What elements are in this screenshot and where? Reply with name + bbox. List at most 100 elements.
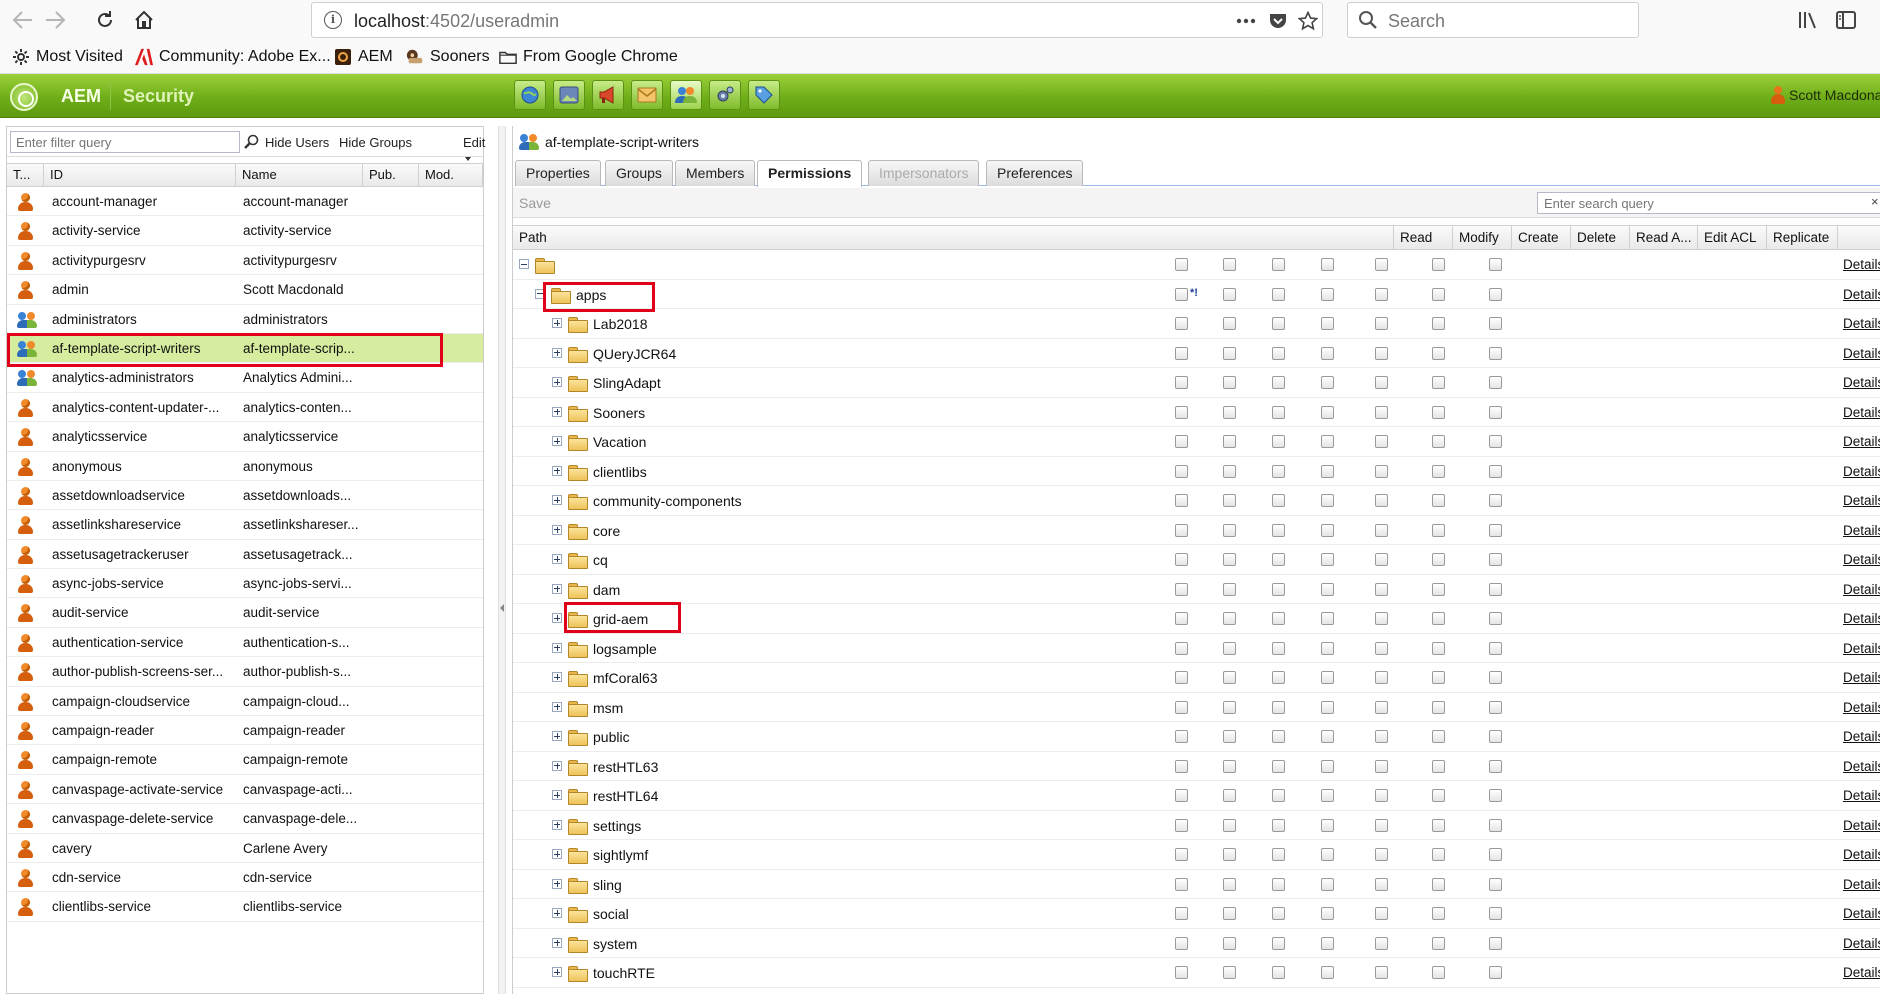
node-name[interactable]: touchRTE bbox=[593, 965, 655, 981]
principal-row[interactable]: analyticsservice analyticsservice bbox=[7, 422, 483, 452]
details-link[interactable]: Details bbox=[1843, 847, 1880, 862]
site-info-icon[interactable]: i bbox=[324, 11, 342, 29]
websites-tool-button[interactable] bbox=[514, 80, 546, 110]
checkbox-read-acl[interactable] bbox=[1375, 936, 1388, 950]
clear-search-icon[interactable]: × bbox=[1871, 195, 1880, 208]
expand-icon[interactable] bbox=[552, 554, 562, 565]
details-link[interactable]: Details bbox=[1843, 316, 1880, 331]
checkbox-read-acl[interactable] bbox=[1375, 346, 1388, 360]
node-name[interactable]: core bbox=[593, 523, 620, 539]
checkbox-create[interactable] bbox=[1272, 405, 1285, 419]
checkbox-replicate[interactable] bbox=[1489, 553, 1502, 567]
checkbox-read-acl[interactable] bbox=[1375, 405, 1388, 419]
checkbox-modify[interactable] bbox=[1223, 405, 1236, 419]
checkbox-read[interactable] bbox=[1175, 553, 1188, 567]
node-name[interactable]: Sooners bbox=[593, 405, 645, 421]
checkbox-read-acl[interactable] bbox=[1375, 759, 1388, 773]
permission-row-slingadapt[interactable]: SlingAdapt Details bbox=[513, 368, 1880, 398]
checkbox-create[interactable] bbox=[1272, 789, 1285, 803]
checkbox-read[interactable] bbox=[1175, 877, 1188, 891]
principal-row[interactable]: campaign-cloudservice campaign-cloud... bbox=[7, 687, 483, 717]
node-name[interactable]: restHTL64 bbox=[593, 788, 658, 804]
node-name[interactable]: sling bbox=[593, 877, 622, 893]
node-name[interactable]: settings bbox=[593, 818, 641, 834]
expand-icon[interactable] bbox=[552, 377, 562, 388]
node-name[interactable]: Lab2018 bbox=[593, 316, 648, 332]
checkbox-edit-acl[interactable] bbox=[1432, 671, 1445, 685]
node-name[interactable]: cq bbox=[593, 552, 608, 568]
checkbox-delete[interactable] bbox=[1321, 553, 1334, 567]
details-link[interactable]: Details bbox=[1843, 641, 1880, 656]
checkbox-modify[interactable] bbox=[1223, 553, 1236, 567]
checkbox-modify[interactable] bbox=[1223, 317, 1236, 331]
permission-row-msm[interactable]: msm Details bbox=[513, 693, 1880, 723]
details-link[interactable]: Details bbox=[1843, 434, 1880, 449]
permission-row-sooners[interactable]: Sooners Details bbox=[513, 398, 1880, 428]
node-name[interactable]: dam bbox=[593, 582, 620, 598]
permission-row-community-components[interactable]: community-components Details bbox=[513, 486, 1880, 516]
checkbox-read[interactable] bbox=[1175, 759, 1188, 773]
checkbox-read-acl[interactable] bbox=[1375, 641, 1388, 655]
bookmark-star-icon[interactable] bbox=[1296, 10, 1320, 32]
node-name[interactable]: system bbox=[593, 936, 637, 952]
checkbox-modify[interactable] bbox=[1223, 612, 1236, 626]
sidebar-button[interactable] bbox=[1833, 7, 1859, 33]
checkbox-read-acl[interactable] bbox=[1375, 907, 1388, 921]
checkbox-edit-acl[interactable] bbox=[1432, 287, 1445, 301]
column-edit-acl[interactable]: Edit ACL bbox=[1698, 226, 1767, 249]
checkbox-create[interactable] bbox=[1272, 435, 1285, 449]
permission-row-system[interactable]: system Details bbox=[513, 929, 1880, 959]
checkbox-modify[interactable] bbox=[1223, 494, 1236, 508]
bookmark-aem[interactable]: AEM bbox=[334, 48, 393, 66]
permission-row-apps[interactable]: apps *! Details bbox=[513, 280, 1880, 310]
checkbox-read[interactable] bbox=[1175, 789, 1188, 803]
checkbox-read[interactable] bbox=[1175, 346, 1188, 360]
expand-icon[interactable] bbox=[552, 436, 562, 447]
node-name[interactable]: Vacation bbox=[593, 434, 646, 450]
details-link[interactable]: Details bbox=[1843, 818, 1880, 833]
checkbox-read-acl[interactable] bbox=[1375, 818, 1388, 832]
users-tool-button[interactable] bbox=[670, 80, 702, 110]
checkbox-modify[interactable] bbox=[1223, 258, 1236, 271]
node-name[interactable]: apps bbox=[576, 287, 606, 303]
permission-row-vacation[interactable]: Vacation Details bbox=[513, 427, 1880, 457]
checkbox-delete[interactable] bbox=[1321, 582, 1334, 596]
checkbox-read-acl[interactable] bbox=[1375, 464, 1388, 478]
permission-row-resthtl63[interactable]: restHTL63 Details bbox=[513, 752, 1880, 782]
checkbox-read-acl[interactable] bbox=[1375, 494, 1388, 508]
column-read[interactable]: Read bbox=[1394, 226, 1453, 249]
details-link[interactable]: Details bbox=[1843, 729, 1880, 744]
checkbox-delete[interactable] bbox=[1321, 612, 1334, 626]
checkbox-delete[interactable] bbox=[1321, 435, 1334, 449]
permission-row-settings[interactable]: settings Details bbox=[513, 811, 1880, 841]
digital-assets-tool-button[interactable] bbox=[553, 80, 585, 110]
campaigns-tool-button[interactable] bbox=[592, 80, 624, 110]
principal-row[interactable]: admin Scott Macdonald bbox=[7, 275, 483, 305]
home-button[interactable] bbox=[129, 6, 159, 34]
reload-button[interactable] bbox=[90, 6, 120, 34]
checkbox-delete[interactable] bbox=[1321, 730, 1334, 744]
principal-row[interactable]: author-publish-screens-ser... author-publ… bbox=[7, 657, 483, 687]
principal-row[interactable]: activitypurgesrv activitypurgesrv bbox=[7, 246, 483, 276]
details-link[interactable]: Details bbox=[1843, 759, 1880, 774]
checkbox-delete[interactable] bbox=[1321, 966, 1334, 980]
checkbox-replicate[interactable] bbox=[1489, 907, 1502, 921]
checkbox-create[interactable] bbox=[1272, 523, 1285, 537]
bookmark-most-visited[interactable]: Most Visited bbox=[12, 48, 123, 66]
column-id[interactable]: ID bbox=[44, 164, 236, 186]
tab-impersonators[interactable]: Impersonators bbox=[868, 160, 980, 186]
checkbox-create[interactable] bbox=[1272, 317, 1285, 331]
expand-icon[interactable] bbox=[552, 672, 562, 683]
details-link[interactable]: Details bbox=[1843, 788, 1880, 803]
tab-groups[interactable]: Groups bbox=[605, 160, 673, 186]
permission-row-mfcoral63[interactable]: mfCoral63 Details bbox=[513, 663, 1880, 693]
checkbox-create[interactable] bbox=[1272, 759, 1285, 773]
checkbox-read-acl[interactable] bbox=[1375, 966, 1388, 980]
details-link[interactable]: Details bbox=[1843, 582, 1880, 597]
checkbox-modify[interactable] bbox=[1223, 435, 1236, 449]
column-replicate[interactable]: Replicate bbox=[1767, 226, 1838, 249]
checkbox-read[interactable] bbox=[1175, 966, 1188, 980]
node-name[interactable]: community-components bbox=[593, 493, 742, 509]
checkbox-read[interactable] bbox=[1175, 405, 1188, 419]
details-link[interactable]: Details bbox=[1843, 611, 1880, 626]
